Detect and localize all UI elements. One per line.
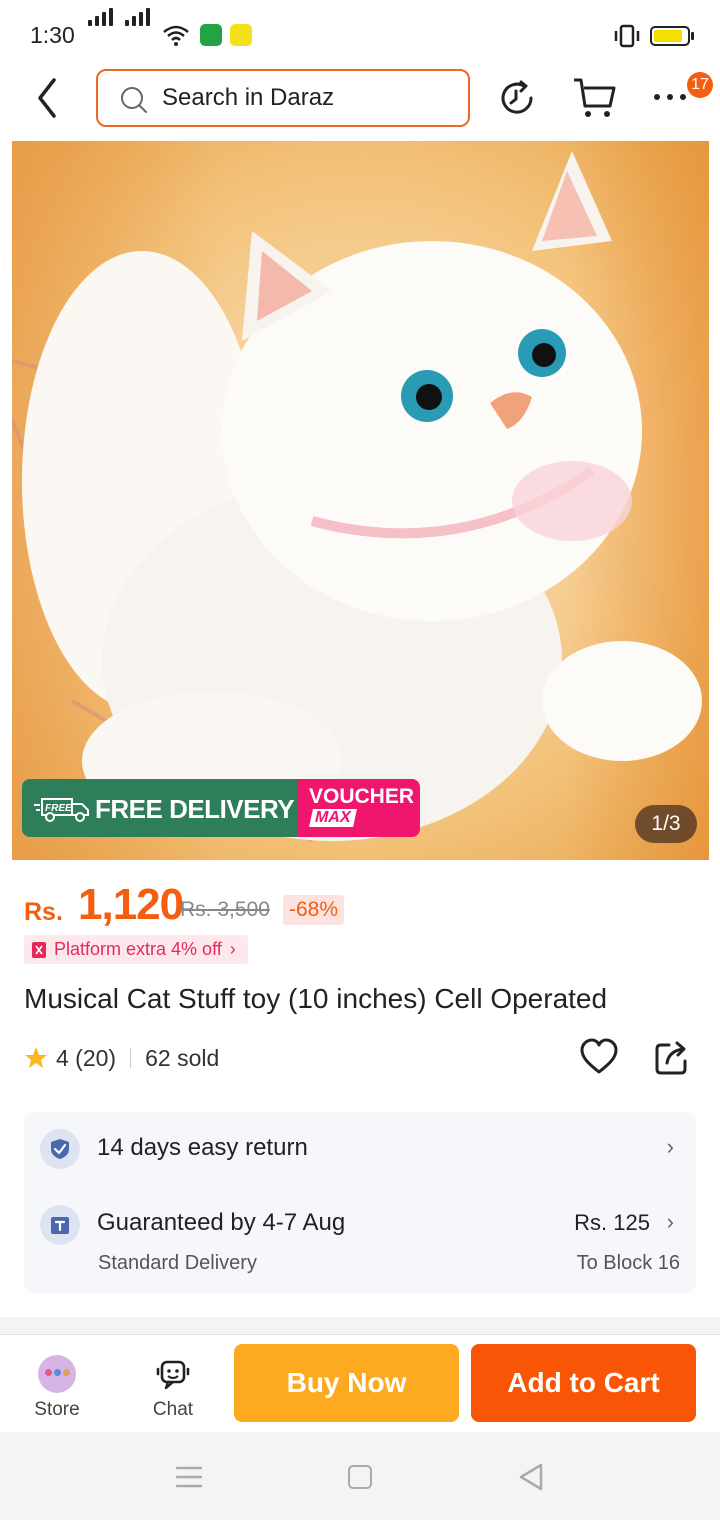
battery-icon [650, 26, 694, 46]
service-card: 14 days easy return › Guaranteed by 4-7 … [24, 1112, 696, 1293]
product-title: Musical Cat Stuff toy (10 inches) Cell O… [24, 983, 608, 1014]
chevron-right-icon[interactable]: › [667, 1209, 674, 1235]
share-icon[interactable] [653, 1039, 691, 1077]
voucher-icon [32, 941, 46, 958]
status-bar: 1:30 [0, 0, 720, 70]
cart-icon[interactable] [572, 76, 618, 120]
vibrate-icon [614, 24, 640, 48]
search-icon [121, 87, 147, 113]
free-delivery-banner: FREE FREE DELIVERY [22, 779, 297, 837]
add-to-cart-button[interactable]: Add to Cart [471, 1344, 696, 1422]
search-input[interactable]: Search in Daraz [96, 69, 470, 127]
store-avatar [38, 1355, 76, 1393]
search-placeholder: Search in Daraz [162, 84, 335, 111]
rating-divider [130, 1048, 132, 1068]
original-price: Rs. 3,500 [180, 898, 270, 921]
voucher-text: VOUCHER [309, 785, 415, 808]
free-delivery-text: FREE DELIVERY [95, 794, 295, 824]
system-navigation-bar [0, 1432, 720, 1520]
platform-offer[interactable]: Platform extra 4% off › [24, 935, 248, 964]
chevron-right-icon[interactable]: › [667, 1134, 674, 1160]
back-arrow-icon[interactable] [30, 76, 70, 120]
chat-icon [156, 1360, 190, 1390]
return-icon [40, 1129, 80, 1169]
whatsapp-icon [200, 24, 222, 46]
recent-apps-icon[interactable] [176, 1465, 202, 1489]
delivery-icon [40, 1205, 80, 1245]
buy-now-button[interactable]: Buy Now [234, 1344, 459, 1422]
delivery-type: Standard Delivery [98, 1252, 257, 1274]
cat-toy-illustration [12, 151, 702, 843]
chat-button[interactable]: Chat [140, 1355, 206, 1425]
promo-banner: FREE FREE DELIVERY VOUCHER MAX [22, 779, 420, 837]
notification-badge: 17 [687, 72, 713, 98]
chat-label: Chat [152, 1399, 194, 1420]
wifi-icon [163, 25, 189, 46]
history-icon[interactable] [497, 78, 537, 118]
free-tag-text: FREE [45, 803, 72, 814]
rating-row[interactable]: 4 (20) 62 sold [24, 1042, 219, 1074]
store-label: Store [34, 1399, 80, 1420]
product-image[interactable]: FREE FREE DELIVERY VOUCHER MAX 1/3 [12, 141, 709, 860]
sold-count: 62 sold [145, 1044, 220, 1071]
snapchat-icon [230, 24, 252, 46]
voucher-max-banner: VOUCHER MAX [297, 779, 420, 837]
image-counter: 1/3 [635, 805, 697, 843]
bottom-action-bar: Store Chat Buy Now Add to Cart [0, 1335, 720, 1432]
section-divider [0, 1317, 720, 1335]
delivery-location: To Block 16 [576, 1252, 680, 1274]
delivery-fee: Rs. 125 [574, 1210, 650, 1235]
current-price: 1,120 [78, 880, 184, 929]
star-icon [25, 1047, 47, 1068]
chevron-right-icon: › [229, 939, 236, 959]
delivery-truck-icon: FREE [34, 798, 89, 822]
delivery-guarantee[interactable]: Guaranteed by 4-7 Aug [97, 1209, 345, 1237]
store-button[interactable]: Store [24, 1355, 90, 1425]
return-policy[interactable]: 14 days easy return [97, 1134, 308, 1162]
system-back-icon[interactable] [517, 1462, 545, 1492]
heart-icon[interactable] [579, 1038, 619, 1076]
home-icon[interactable] [348, 1465, 372, 1489]
platform-offer-text: Platform extra 4% off [54, 939, 222, 959]
max-text: MAX [309, 809, 357, 827]
rating-text: 4 (20) [56, 1044, 117, 1071]
discount-badge: -68% [283, 895, 345, 925]
price-currency: Rs. [24, 898, 63, 926]
status-time: 1:30 [30, 22, 75, 48]
